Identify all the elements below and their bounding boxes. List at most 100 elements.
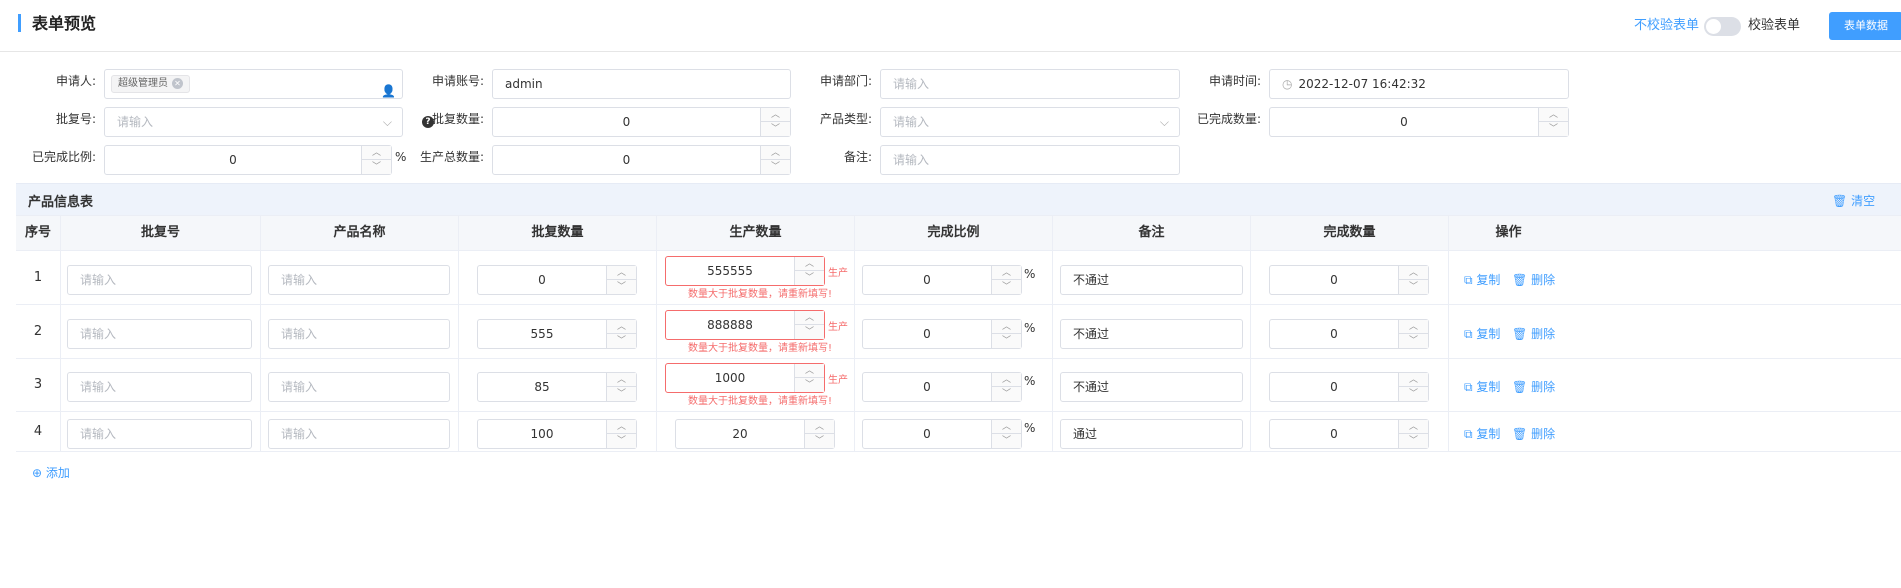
decrease-icon[interactable]: ﹀	[992, 434, 1021, 448]
increase-icon[interactable]: ︿	[607, 266, 636, 280]
row-completed-stepper[interactable]: 0 ︿ ﹀	[1269, 419, 1429, 449]
increase-icon[interactable]: ︿	[607, 320, 636, 334]
increase-icon[interactable]: ︿	[607, 373, 636, 387]
increase-icon[interactable]: ︿	[992, 420, 1021, 434]
row-remark-input[interactable]: 不通过	[1060, 372, 1243, 402]
delete-label: 删除	[1531, 273, 1556, 287]
decrease-icon[interactable]: ﹀	[992, 280, 1021, 294]
validate-label[interactable]: 校验表单	[1748, 18, 1800, 34]
percent-unit: %	[1024, 321, 1036, 335]
decrease-icon[interactable]: ﹀	[992, 334, 1021, 348]
col-header-batch-no: 批复号	[60, 215, 260, 251]
row-product-name-input[interactable]: 请输入	[268, 372, 450, 402]
decrease-icon[interactable]: ﹀	[607, 280, 636, 294]
add-row-button[interactable]: ⊕ 添加	[32, 464, 70, 481]
delete-button[interactable]: 🗑 删除	[1512, 425, 1555, 442]
decrease-icon[interactable]: ﹀	[1399, 280, 1428, 294]
decrease-icon[interactable]: ﹀	[1399, 387, 1428, 401]
increase-icon[interactable]: ︿	[805, 420, 834, 434]
increase-icon[interactable]: ︿	[992, 373, 1021, 387]
row-completed-stepper[interactable]: 0 ︿ ﹀	[1269, 265, 1429, 295]
increase-icon[interactable]: ︿	[1539, 108, 1568, 122]
column-divider	[1052, 251, 1053, 451]
decrease-icon[interactable]: ﹀	[607, 387, 636, 401]
row-batch-no-input[interactable]: 请输入	[67, 319, 252, 349]
row-batch-no-input[interactable]: 请输入	[67, 265, 252, 295]
increase-icon[interactable]: ︿	[607, 420, 636, 434]
account-label: 申请账号:	[431, 74, 484, 88]
decrease-icon[interactable]: ﹀	[795, 271, 824, 285]
no-validate-label[interactable]: 不校验表单	[1634, 18, 1699, 34]
completed-qty-stepper[interactable]: 0 ︿ ﹀	[1269, 107, 1569, 137]
decrease-icon[interactable]: ﹀	[607, 434, 636, 448]
batch-no-select[interactable]: 请输入 ⌵	[104, 107, 403, 137]
row-approved-value: 555	[530, 327, 554, 341]
row-product-name-input[interactable]: 请输入	[268, 419, 450, 449]
row-product-name-input[interactable]: 请输入	[268, 319, 450, 349]
row-approved-stepper[interactable]: 0 ︿ ﹀	[477, 265, 637, 295]
row-batch-no-input[interactable]: 请输入	[67, 372, 252, 402]
delete-button[interactable]: 🗑 删除	[1512, 378, 1555, 395]
approved-qty-stepper[interactable]: 0 ︿ ﹀	[492, 107, 791, 137]
row-ratio-stepper[interactable]: 0 ︿ ﹀	[862, 265, 1022, 295]
row-completed-stepper[interactable]: 0 ︿ ﹀	[1269, 372, 1429, 402]
row-production-stepper[interactable]: 555555 ︿ ﹀	[665, 256, 825, 286]
decrease-icon[interactable]: ﹀	[1539, 122, 1568, 136]
completed-qty-label: 已完成数量:	[1196, 112, 1261, 126]
row-batch-no-input[interactable]: 请输入	[67, 419, 252, 449]
increase-icon[interactable]: ︿	[1399, 373, 1428, 387]
production-total-stepper[interactable]: 0 ︿ ﹀	[492, 145, 791, 175]
row-production-stepper[interactable]: 20 ︿ ﹀	[675, 419, 835, 449]
increase-icon[interactable]: ︿	[1399, 320, 1428, 334]
copy-button[interactable]: ⧉ 复制	[1464, 425, 1500, 442]
row-production-stepper[interactable]: 888888 ︿ ﹀	[665, 310, 825, 340]
decrease-icon[interactable]: ﹀	[992, 387, 1021, 401]
copy-button[interactable]: ⧉ 复制	[1464, 271, 1500, 288]
row-ratio-stepper[interactable]: 0 ︿ ﹀	[862, 372, 1022, 402]
apply-time-field[interactable]: ◷ 2022-12-07 16:42:32	[1269, 69, 1569, 99]
applicant-field[interactable]: 超级管理员 ✕ 👤	[104, 69, 403, 99]
decrease-icon[interactable]: ﹀	[1399, 434, 1428, 448]
row-completed-stepper[interactable]: 0 ︿ ﹀	[1269, 319, 1429, 349]
decrease-icon[interactable]: ﹀	[805, 434, 834, 448]
form-data-button[interactable]: 表单数据	[1829, 12, 1901, 40]
row-remark-input[interactable]: 不通过	[1060, 265, 1243, 295]
validate-switch[interactable]	[1704, 17, 1741, 36]
apply-time-label: 申请时间:	[1208, 74, 1261, 88]
row-approved-stepper[interactable]: 100 ︿ ﹀	[477, 419, 637, 449]
decrease-icon[interactable]: ﹀	[795, 378, 824, 392]
decrease-icon[interactable]: ﹀	[795, 325, 824, 339]
product-type-select[interactable]: 请输入 ⌵	[880, 107, 1180, 137]
increase-icon[interactable]: ︿	[795, 311, 824, 325]
delete-button[interactable]: 🗑 删除	[1512, 271, 1555, 288]
increase-icon[interactable]: ︿	[992, 320, 1021, 334]
row-remark-input[interactable]: 不通过	[1060, 319, 1243, 349]
department-field[interactable]: 请输入	[880, 69, 1180, 99]
increase-icon[interactable]: ︿	[795, 257, 824, 271]
row-remark-input[interactable]: 通过	[1060, 419, 1243, 449]
tag-close-icon[interactable]: ✕	[172, 77, 183, 89]
copy-button[interactable]: ⧉ 复制	[1464, 325, 1500, 342]
increase-icon[interactable]: ︿	[1399, 420, 1428, 434]
increase-icon[interactable]: ︿	[1399, 266, 1428, 280]
row-approved-stepper[interactable]: 85 ︿ ﹀	[477, 372, 637, 402]
remark-field[interactable]: 请输入	[880, 145, 1180, 175]
production-side-note: 生产	[828, 322, 848, 333]
clear-button[interactable]: 🗑 清空	[1832, 192, 1875, 209]
delete-button[interactable]: 🗑 删除	[1512, 325, 1555, 342]
row-ratio-stepper[interactable]: 0 ︿ ﹀	[862, 319, 1022, 349]
increase-icon[interactable]: ︿	[992, 266, 1021, 280]
increase-icon[interactable]: ︿	[795, 364, 824, 378]
row-ratio-stepper[interactable]: 0 ︿ ﹀	[862, 419, 1022, 449]
row-product-name-input[interactable]: 请输入	[268, 265, 450, 295]
decrease-icon[interactable]: ﹀	[607, 334, 636, 348]
col-header-approved-qty: 批复数量	[458, 215, 656, 251]
completed-ratio-stepper[interactable]: 0 ︿ ﹀	[104, 145, 392, 175]
copy-label: 复制	[1476, 273, 1501, 287]
row-completed-value: 0	[1330, 427, 1338, 441]
decrease-icon[interactable]: ﹀	[1399, 334, 1428, 348]
copy-button[interactable]: ⧉ 复制	[1464, 378, 1500, 395]
account-field[interactable]: admin	[492, 69, 791, 99]
row-approved-stepper[interactable]: 555 ︿ ﹀	[477, 319, 637, 349]
row-production-stepper[interactable]: 1000 ︿ ﹀	[665, 363, 825, 393]
